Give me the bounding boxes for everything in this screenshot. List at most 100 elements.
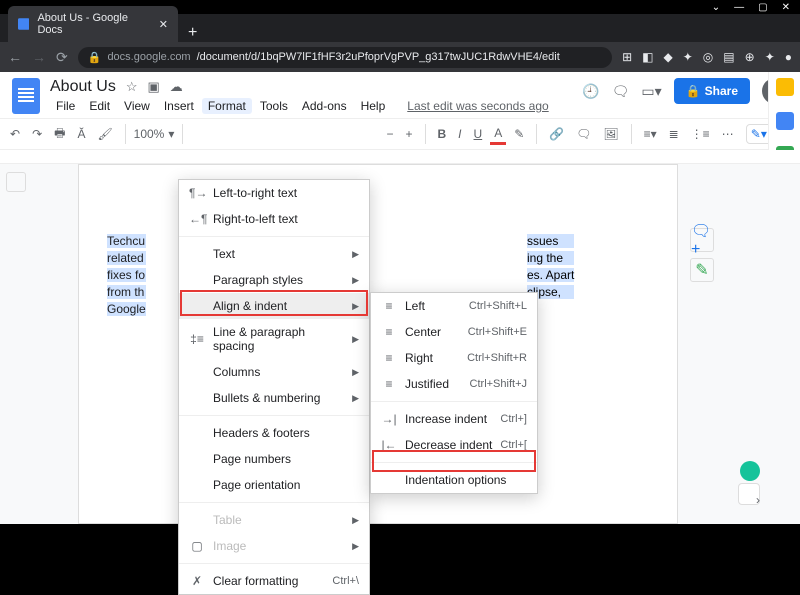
- ext-icon[interactable]: ⊕: [745, 50, 755, 64]
- doc-title[interactable]: About Us: [50, 78, 116, 96]
- menu-item-rtl[interactable]: ←¶Right-to-left text: [179, 206, 369, 232]
- menu-item-table: Table▶: [179, 507, 369, 533]
- align-button[interactable]: ≡▾: [640, 125, 661, 143]
- redo-button[interactable]: ↷: [28, 125, 46, 143]
- menu-tools[interactable]: Tools: [254, 98, 294, 114]
- tab-strip: About Us - Google Docs ✕ +: [0, 14, 800, 42]
- present-icon[interactable]: ▭▾: [641, 83, 661, 100]
- submenu-item-right[interactable]: ≡RightCtrl+Shift+R: [371, 345, 537, 371]
- docs-favicon-icon: [18, 18, 29, 30]
- browser-tab[interactable]: About Us - Google Docs ✕: [8, 6, 178, 42]
- undo-button[interactable]: ↶: [6, 125, 24, 143]
- profile-icon[interactable]: ●: [785, 50, 792, 64]
- body-text[interactable]: Techcurelatedfixes fofrom thGoogle: [107, 231, 146, 319]
- font-size-inc[interactable]: +: [402, 125, 417, 143]
- url-host: docs.google.com: [107, 51, 190, 63]
- lock-icon: 🔒: [88, 51, 102, 64]
- history-icon[interactable]: 🕘: [582, 83, 599, 100]
- close-button[interactable]: ✕: [782, 2, 790, 13]
- comments-icon[interactable]: 🗨: [612, 83, 630, 100]
- menu-add-ons[interactable]: Add-ons: [296, 98, 353, 114]
- menu-item-headers[interactable]: Headers & footers: [179, 420, 369, 446]
- menu-item-bullets[interactable]: Bullets & numbering▶: [179, 385, 369, 411]
- menu-item-paragraph-styles[interactable]: Paragraph styles▶: [179, 267, 369, 293]
- doc-header: About Us ☆ ▣ ☁ FileEditViewInsertFormatT…: [0, 72, 800, 114]
- menu-help[interactable]: Help: [355, 98, 392, 114]
- zoom-select[interactable]: 100% ▾: [134, 127, 175, 141]
- reload-button[interactable]: ⟳: [56, 49, 68, 66]
- docs-logo-icon[interactable]: [12, 78, 40, 114]
- submenu-item-left[interactable]: ≡LeftCtrl+Shift+L: [371, 293, 537, 319]
- spellcheck-button[interactable]: Ă: [73, 125, 89, 143]
- menu-format[interactable]: Format: [202, 98, 252, 114]
- scroll-right-button[interactable]: ›: [756, 493, 760, 507]
- minimize-button[interactable]: —: [734, 2, 744, 13]
- print-button[interactable]: 🖶: [50, 122, 69, 147]
- menu-insert[interactable]: Insert: [158, 98, 200, 114]
- docs-app: + About Us ☆ ▣ ☁ FileEditViewInsertForma…: [0, 72, 800, 507]
- list-button[interactable]: ⋮≡: [687, 125, 714, 143]
- submenu-item-decrease-indent[interactable]: |←Decrease indentCtrl+[: [371, 432, 537, 458]
- ext-icon[interactable]: ◧: [642, 50, 653, 64]
- menu-file[interactable]: File: [50, 98, 81, 114]
- back-button[interactable]: ←: [8, 49, 22, 65]
- menu-item-orientation[interactable]: Page orientation: [179, 472, 369, 498]
- ext-icon[interactable]: ⊞: [622, 50, 632, 64]
- menu-view[interactable]: View: [118, 98, 156, 114]
- new-tab-button[interactable]: +: [178, 24, 207, 42]
- keep-icon[interactable]: [776, 112, 794, 130]
- submenu-item-indentation-options[interactable]: Indentation options: [371, 467, 537, 493]
- add-comment-button[interactable]: 🗨+: [690, 228, 714, 252]
- outline-toggle[interactable]: [6, 172, 26, 192]
- font-size-dec[interactable]: −: [383, 125, 398, 143]
- menu-item-align-indent[interactable]: Align & indent▶: [179, 293, 369, 319]
- url-bar[interactable]: 🔒 docs.google.com/document/d/1bqPW7lF1fH…: [78, 47, 612, 68]
- tab-close-icon[interactable]: ✕: [159, 18, 168, 31]
- ext-puzzle-icon[interactable]: ✦: [765, 50, 775, 64]
- menu-item-clear-formatting[interactable]: ✗Clear formattingCtrl+\: [179, 568, 369, 594]
- submenu-item-justified[interactable]: ≡JustifiedCtrl+Shift+J: [371, 371, 537, 397]
- italic-button[interactable]: I: [454, 125, 465, 143]
- menu-edit[interactable]: Edit: [83, 98, 116, 114]
- star-icon[interactable]: ☆: [126, 79, 138, 95]
- maximize-button[interactable]: ▢: [758, 2, 767, 13]
- suggest-edit-button[interactable]: ✎: [690, 258, 714, 282]
- grammarly-icon[interactable]: [740, 461, 760, 481]
- tab-title: About Us - Google Docs: [37, 12, 150, 36]
- forward-button[interactable]: →: [32, 49, 46, 65]
- menu-bar: FileEditViewInsertFormatToolsAdd-onsHelp…: [50, 98, 582, 114]
- menu-item-columns[interactable]: Columns▶: [179, 359, 369, 385]
- highlight-button[interactable]: ✎: [510, 125, 528, 143]
- underline-button[interactable]: U: [470, 125, 487, 143]
- last-edit-link[interactable]: Last edit was seconds ago: [401, 98, 554, 114]
- menu-item-line-spacing[interactable]: ‡≡Line & paragraph spacing▶: [179, 319, 369, 359]
- text-color-button[interactable]: A: [490, 124, 506, 145]
- ext-icon[interactable]: ✦: [683, 50, 693, 64]
- submenu-item-center[interactable]: ≡CenterCtrl+Shift+E: [371, 319, 537, 345]
- move-icon[interactable]: ▣: [147, 79, 159, 95]
- menu-item-image: ▢Image▶: [179, 533, 369, 559]
- submenu-item-increase-indent[interactable]: →|Increase indentCtrl+]: [371, 406, 537, 432]
- caret-down-icon[interactable]: ⌄: [712, 2, 720, 13]
- spacing-button[interactable]: ≣: [665, 125, 683, 143]
- bold-button[interactable]: B: [434, 125, 451, 143]
- more-button[interactable]: ⋯: [718, 125, 738, 143]
- menu-item-ltr[interactable]: ¶→Left-to-right text: [179, 180, 369, 206]
- link-button[interactable]: 🔗: [545, 125, 568, 143]
- menu-item-text[interactable]: Text▶: [179, 241, 369, 267]
- share-button[interactable]: 🔒 Share: [674, 78, 750, 104]
- extension-icons: ⊞ ◧ ◆ ✦ ◎ ▤ ⊕ ✦ ●: [622, 50, 792, 64]
- paint-format-button[interactable]: 🖌: [93, 125, 116, 143]
- calendar-icon[interactable]: [776, 78, 794, 96]
- ext-icon[interactable]: ▤: [723, 50, 734, 64]
- ruler[interactable]: [0, 150, 800, 164]
- align-indent-submenu: ≡LeftCtrl+Shift+L ≡CenterCtrl+Shift+E ≡R…: [370, 292, 538, 494]
- cloud-icon[interactable]: ☁: [170, 79, 183, 95]
- menu-item-page-numbers[interactable]: Page numbers: [179, 446, 369, 472]
- comment-button[interactable]: 🗨: [572, 125, 595, 143]
- format-menu: ¶→Left-to-right text ←¶Right-to-left tex…: [178, 179, 370, 595]
- image-button[interactable]: 🖼: [599, 125, 622, 143]
- ext-icon[interactable]: ◎: [703, 50, 713, 64]
- address-bar: ← → ⟳ 🔒 docs.google.com/document/d/1bqPW…: [0, 42, 800, 72]
- ext-icon[interactable]: ◆: [664, 50, 673, 64]
